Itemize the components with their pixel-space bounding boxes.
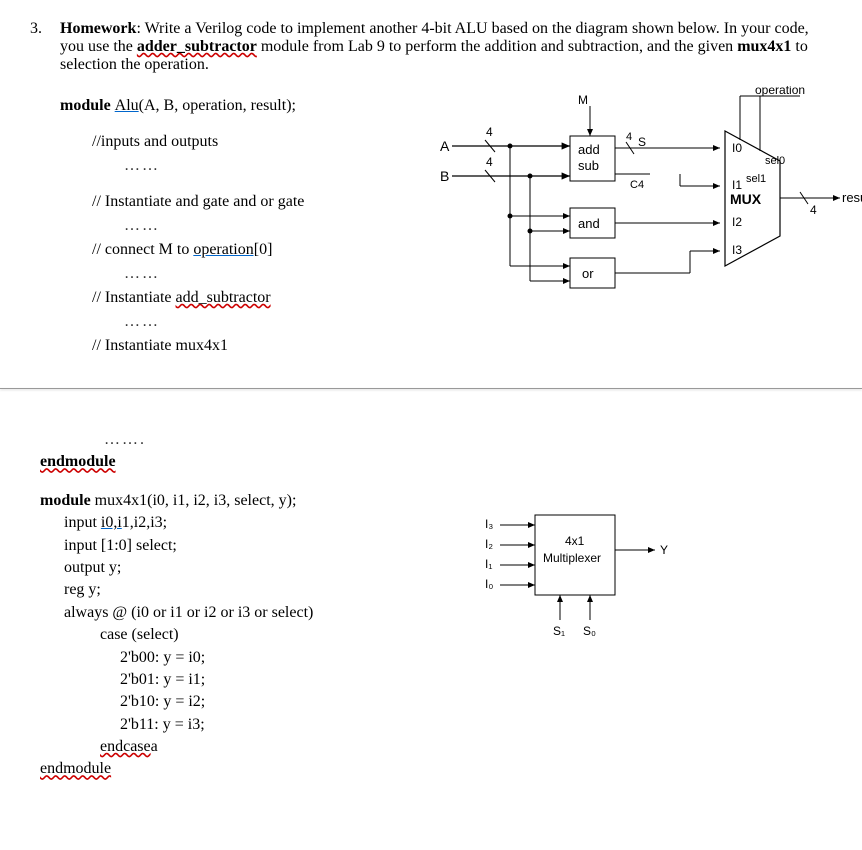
module-params: (A, B, operation, result); <box>139 97 296 114</box>
mux-sel1: sel1 <box>746 173 766 185</box>
question-text-2: module from Lab 9 to perform the additio… <box>257 38 737 55</box>
comment-io: //inputs and outputs <box>92 130 430 154</box>
alu-module-code: module Alu(A, B, operation, result); //i… <box>60 94 430 358</box>
comment-inst-mux: // Instantiate mux4x1 <box>92 334 430 358</box>
mux-box-l1: 4x1 <box>565 534 585 548</box>
question-header: 3. Homework: Write a Verilog code to imp… <box>30 20 832 74</box>
bus-4-a: 4 <box>486 125 493 139</box>
mux-module-decl: module mux4x1(i0, i1, i2, i3, select, y)… <box>40 490 440 512</box>
mux-i1: I1 <box>732 178 742 192</box>
mux2-i3: I₃ <box>485 517 493 531</box>
dots-3: …… <box>124 262 430 286</box>
dots-4: …… <box>124 310 430 334</box>
bus-4-s: 4 <box>626 131 632 143</box>
module-keyword: module <box>60 97 115 114</box>
mux-always: always @ (i0 or i1 or i2 or i3 or select… <box>64 602 440 624</box>
inst-addsub-pre: // Instantiate <box>92 289 176 306</box>
addsub-label-add: add <box>578 142 600 157</box>
mux-output: output y; <box>64 557 440 579</box>
module-decl-line: module Alu(A, B, operation, result); <box>60 94 430 118</box>
mux-endcase: endcasea <box>100 736 440 758</box>
alu-diagram: A 4 B 4 add sub <box>430 86 862 316</box>
mux2-i0: I₀ <box>485 577 493 591</box>
mux-sel0: sel0 <box>765 155 785 167</box>
label-B: B <box>440 168 449 184</box>
comment-connect-m: // connect M to operation[0] <box>92 238 430 262</box>
mux-box-l2: Multiplexer <box>543 551 601 565</box>
result-label: result <box>842 190 862 205</box>
adder-subtractor-ref: adder_subtractor <box>137 38 257 55</box>
question-text: Homework: Write a Verilog code to implem… <box>60 20 832 74</box>
mux-diagram: 4x1 Multiplexer I₃ I₂ I₁ I₀ Y S₁ S₀ <box>440 490 700 660</box>
mux-i2: I2 <box>732 215 742 229</box>
or-label: or <box>582 266 594 281</box>
bus-4-result: 4 <box>810 203 817 217</box>
connect-m-link: operation[ <box>193 241 259 258</box>
mux-reg: reg y; <box>64 579 440 601</box>
dots-1: …… <box>124 154 430 178</box>
mux-input2: input [1:0] select; <box>64 535 440 557</box>
connect-m-post: 0] <box>259 241 272 258</box>
label-M: M <box>578 93 588 107</box>
mux-case3: 2'b11: y = i3; <box>120 714 440 736</box>
mux-case0: 2'b00: y = i0; <box>120 647 440 669</box>
bus-4-b: 4 <box>486 155 493 169</box>
endmodule-2: endmodule <box>40 758 440 780</box>
label-S: S <box>638 135 646 149</box>
mux2-i2: I₂ <box>485 537 493 551</box>
label-C4: C4 <box>630 179 644 191</box>
operation-label: operation <box>755 86 805 97</box>
inst-addsub-link: add_subtractor <box>176 289 271 306</box>
homework-label: Homework <box>60 20 136 37</box>
comment-inst-gates: // Instantiate and gate and or gate <box>92 190 430 214</box>
mux2-i1: I₁ <box>485 557 492 571</box>
comment-inst-addsub: // Instantiate add_subtractor <box>92 286 430 310</box>
mux-module-kw: module <box>40 492 95 509</box>
connect-m-pre: // connect M to <box>92 241 193 258</box>
mux-label: MUX <box>730 191 762 207</box>
mux-case: case (select) <box>100 624 440 646</box>
mux-module-rest: mux4x1(i0, i1, i2, i3, select, y); <box>95 492 297 509</box>
mux-case1: 2'b01: y = i1; <box>120 669 440 691</box>
dots-2: …… <box>124 214 430 238</box>
module-name: Alu <box>115 97 139 114</box>
addsub-label-sub: sub <box>578 158 599 173</box>
dots-5: ……. <box>104 429 832 451</box>
mux2-s1: S₁ <box>553 624 565 638</box>
mux-i3: I3 <box>732 243 742 257</box>
label-A: A <box>440 138 450 154</box>
mux2-s0: S₀ <box>583 624 596 638</box>
mux2-y: Y <box>660 543 668 557</box>
endmodule-1: endmodule <box>40 451 832 473</box>
mux-i0: I0 <box>732 141 742 155</box>
mux-input1: input i0,i1,i2,i3; <box>64 512 440 534</box>
page-divider <box>0 388 862 389</box>
and-label: and <box>578 216 600 231</box>
mux4x1-ref: mux4x1 <box>737 38 791 55</box>
question-number: 3. <box>30 20 48 38</box>
mux-case2: 2'b10: y = i2; <box>120 691 440 713</box>
